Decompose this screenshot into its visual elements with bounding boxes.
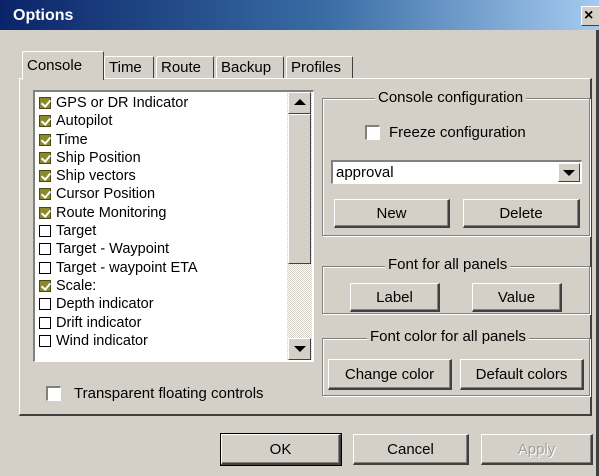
list-item[interactable]: Drift indicator [39,314,287,332]
transparent-controls-checkbox[interactable] [46,386,61,401]
panel-list: GPS or DR Indicator Autopilot Time Ship … [39,94,287,361]
list-item[interactable]: GPS or DR Indicator [39,94,287,112]
list-item[interactable]: Ship Position [39,149,287,167]
font-color-legend: Font color for all panels [367,328,529,345]
list-scrollbar[interactable] [287,92,312,360]
font-label-button[interactable]: Label [350,283,440,312]
list-item[interactable]: Target - Waypoint [39,240,287,258]
default-colors-button[interactable]: Default colors [460,359,584,390]
freeze-config-checkbox[interactable] [365,125,380,140]
checkbox[interactable] [39,97,51,109]
apply-button[interactable]: Apply [481,434,593,465]
checkbox[interactable] [39,206,51,219]
cancel-button[interactable]: Cancel [353,434,469,465]
tab-backup[interactable]: Backup [216,56,284,79]
transparent-controls-label: Transparent floating controls [74,385,264,402]
checkbox[interactable] [39,115,51,128]
font-value-button[interactable]: Value [472,283,562,312]
checkbox[interactable] [39,261,51,274]
close-button[interactable]: × [581,6,599,26]
checkbox[interactable] [39,151,51,164]
list-item[interactable]: Route Monitoring [39,204,287,222]
checkbox[interactable] [39,188,51,201]
list-item[interactable]: Time [39,131,287,149]
checkbox[interactable] [39,316,51,329]
new-config-button[interactable]: New [334,199,450,228]
title-bar [0,0,599,30]
ok-button[interactable]: OK [220,433,342,466]
checkbox[interactable] [39,225,51,238]
list-item[interactable]: Target - waypoint ETA [39,259,287,277]
panel-listbox[interactable]: GPS or DR Indicator Autopilot Time Ship … [33,90,314,362]
list-item[interactable]: Wind indicator [39,332,287,350]
arrow-down-icon [294,346,306,352]
config-select-dropdown-button[interactable] [558,163,580,182]
scroll-thumb[interactable] [288,114,311,264]
list-item[interactable]: Scale: [39,277,287,295]
checkbox[interactable] [39,133,51,146]
config-select[interactable]: approval [331,160,582,184]
checkbox[interactable] [39,170,51,183]
list-item[interactable]: Depth indicator [39,295,287,313]
freeze-config-label: Freeze configuration [389,124,526,141]
console-config-legend: Console configuration [375,89,527,106]
checkbox[interactable] [39,334,51,347]
tab-route[interactable]: Route [156,56,214,79]
list-item[interactable]: Ship vectors [39,167,287,185]
change-color-button[interactable]: Change color [328,359,452,390]
chevron-down-icon [563,170,575,176]
config-select-value: approval [336,164,394,181]
checkbox[interactable] [39,298,51,311]
delete-config-button[interactable]: Delete [463,199,580,228]
font-panels-legend: Font for all panels [385,256,511,273]
window-title: Options [13,7,74,24]
scroll-up-button[interactable] [288,92,311,114]
close-icon: × [584,7,594,24]
list-item[interactable]: Target [39,222,287,240]
checkbox[interactable] [39,279,51,292]
list-item[interactable]: Autopilot [39,112,287,130]
tab-time[interactable]: Time [104,56,154,79]
list-item[interactable]: Cursor Position [39,185,287,203]
arrow-up-icon [294,99,306,105]
tab-profiles[interactable]: Profiles [286,56,353,79]
scroll-down-button[interactable] [288,338,311,360]
checkbox[interactable] [39,243,51,256]
tab-console[interactable]: Console [22,51,104,80]
